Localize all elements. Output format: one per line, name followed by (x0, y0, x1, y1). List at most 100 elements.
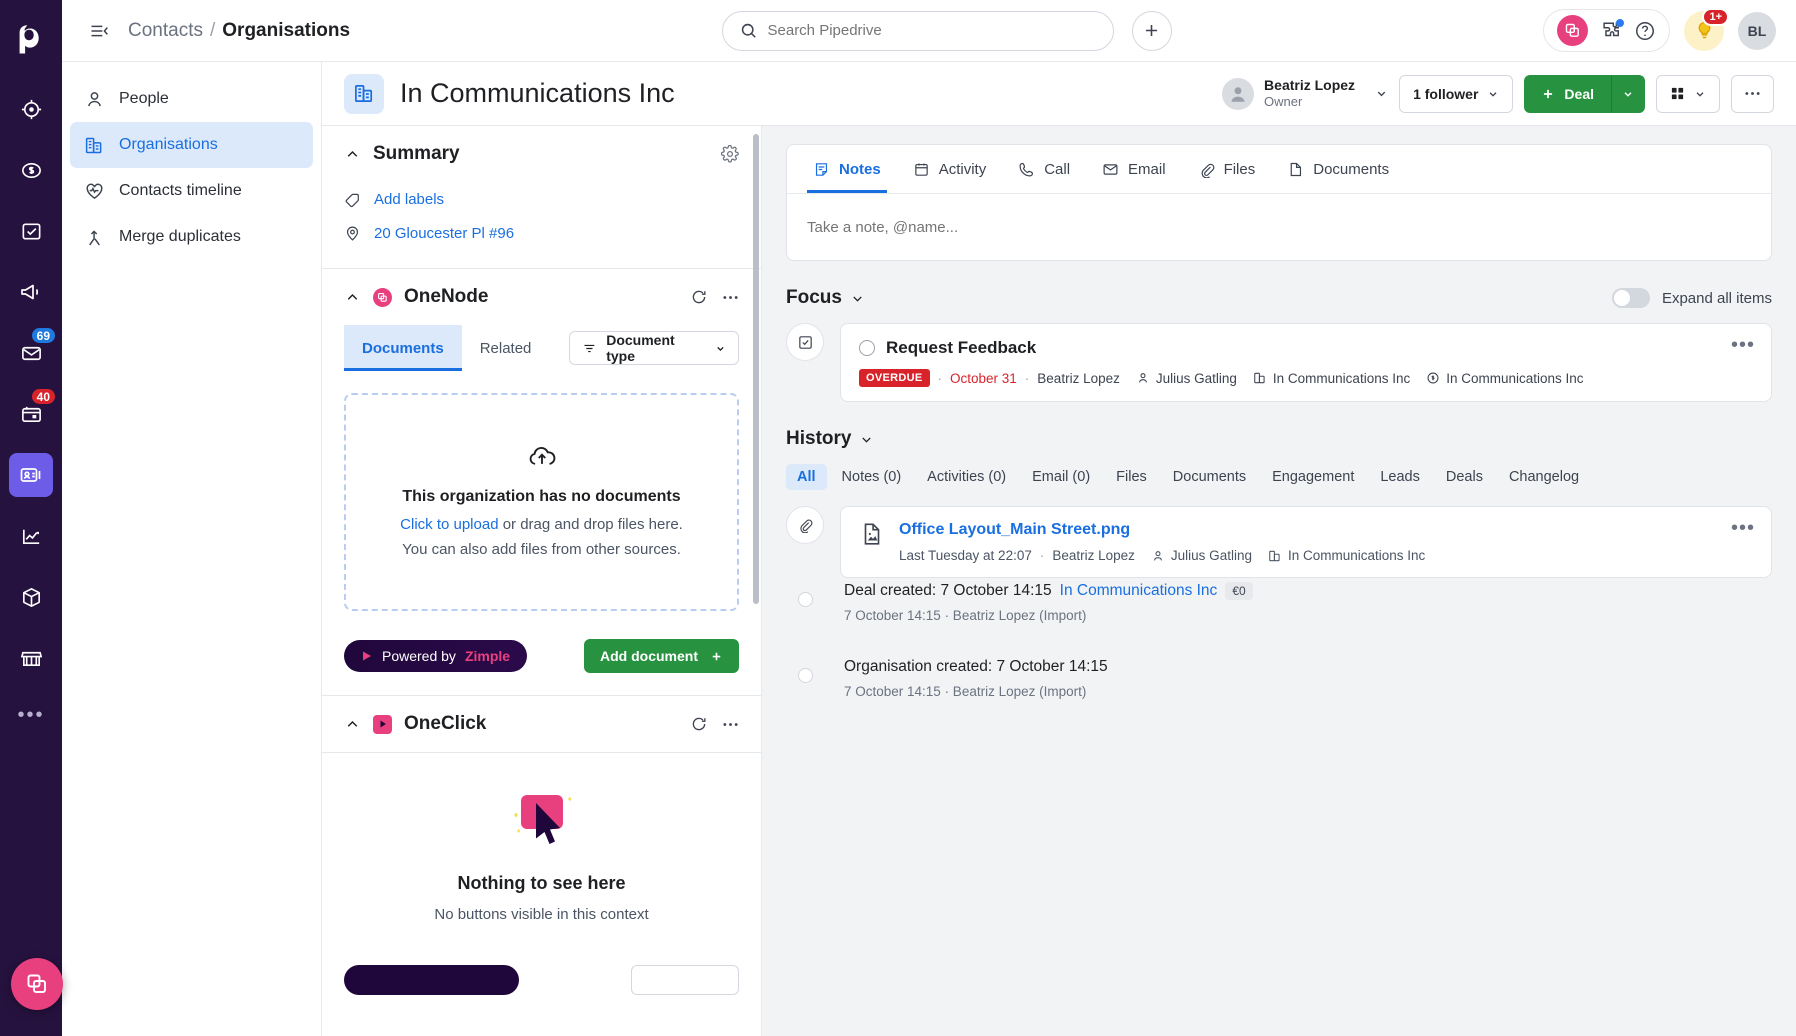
ellipsis-icon[interactable] (722, 295, 739, 300)
rail-more-icon[interactable]: ••• (17, 704, 44, 727)
powered-by-zimple-badge[interactable]: Powered by Zimple (344, 640, 528, 672)
layout-view-button[interactable] (1656, 74, 1720, 113)
chevron-up-icon[interactable] (344, 289, 361, 306)
zimple-icon[interactable] (1557, 15, 1588, 46)
add-deal-dropdown[interactable] (1611, 74, 1645, 113)
tab-documents[interactable]: Documents (1271, 145, 1405, 193)
note-input-row (787, 194, 1771, 260)
ellipsis-icon[interactable] (722, 722, 739, 727)
rail-item-contacts[interactable] (9, 453, 53, 497)
oneclick-powered-badge[interactable] (344, 965, 519, 995)
add-deal-button[interactable]: Deal (1524, 74, 1611, 113)
sidebar-item-merge-duplicates[interactable]: Merge duplicates (70, 214, 313, 260)
zimple-fab-button[interactable] (11, 958, 63, 1010)
tab-related[interactable]: Related (462, 325, 550, 371)
click-to-upload-link[interactable]: Click to upload (400, 516, 498, 533)
collapse-sidebar-icon[interactable] (82, 14, 116, 48)
history-tab-activities[interactable]: Activities (0) (916, 464, 1017, 490)
help-icon[interactable] (1634, 20, 1656, 42)
search-box[interactable] (721, 10, 1114, 51)
expand-all-toggle[interactable] (1611, 288, 1650, 308)
puzzle-icon[interactable] (1600, 18, 1624, 42)
document-dropzone[interactable]: This organization has no documents Click… (344, 393, 739, 611)
activity-person[interactable]: Julius Gatling (1136, 371, 1237, 386)
activity-deal[interactable]: In Communications Inc (1426, 371, 1584, 386)
user-avatar[interactable]: BL (1738, 11, 1776, 50)
owner-selector[interactable]: Beatriz Lopez Owner (1222, 77, 1388, 110)
expand-all-control: Expand all items (1611, 288, 1772, 308)
rail-item-deals[interactable] (9, 148, 53, 192)
rail-item-activities[interactable] (9, 209, 53, 253)
event-deal-created: Deal created: 7 October 14:15 In Communi… (840, 578, 1772, 623)
breadcrumb-organisations[interactable]: Organisations (222, 20, 350, 42)
rail-item-campaigns[interactable] (9, 270, 53, 314)
history-tab-documents[interactable]: Documents (1162, 464, 1257, 490)
history-tab-email[interactable]: Email (0) (1021, 464, 1101, 490)
rail-item-leads[interactable] (9, 87, 53, 131)
oneclick-secondary-button[interactable] (631, 965, 739, 995)
more-options-button[interactable] (1731, 74, 1774, 113)
sidebar-label-people: People (119, 90, 169, 107)
summary-row-labels[interactable]: Add labels (344, 182, 739, 216)
activity-menu-button[interactable]: ••• (1721, 335, 1755, 355)
rail-item-insights[interactable] (9, 514, 53, 558)
document-type-filter[interactable]: Document type (569, 331, 739, 365)
history-tab-all[interactable]: All (786, 464, 827, 490)
sidebar-item-people[interactable]: People (70, 76, 313, 122)
address-link[interactable]: 20 Gloucester Pl #96 (374, 225, 514, 242)
tab-documents[interactable]: Documents (344, 325, 462, 371)
rail-item-mail[interactable]: 69 (9, 326, 57, 375)
activity-organisation[interactable]: In Communications Inc (1253, 371, 1410, 386)
activity-card[interactable]: Request Feedback OVERDUE · October 31 · … (840, 323, 1772, 402)
refresh-icon[interactable] (690, 288, 708, 306)
add-document-button[interactable]: Add document (584, 639, 739, 673)
sidebar-item-contacts-timeline[interactable]: Contacts timeline (70, 168, 313, 214)
history-tab-deals[interactable]: Deals (1435, 464, 1494, 490)
note-input[interactable] (807, 218, 1751, 236)
gear-icon[interactable] (721, 145, 739, 163)
tab-call[interactable]: Call (1002, 145, 1086, 193)
tab-notes[interactable]: Notes (797, 145, 897, 193)
focus-title-toggle[interactable]: Focus (786, 287, 865, 309)
breadcrumb-contacts[interactable]: Contacts (128, 20, 203, 42)
tab-email[interactable]: Email (1086, 145, 1182, 193)
file-card[interactable]: Office Layout_Main Street.png Last Tuesd… (840, 506, 1772, 578)
history-tab-files[interactable]: Files (1105, 464, 1158, 490)
add-labels-link[interactable]: Add labels (374, 191, 444, 208)
history-tab-notes[interactable]: Notes (0) (831, 464, 913, 490)
chevron-up-icon[interactable] (344, 716, 361, 733)
activity-done-checkbox[interactable] (859, 340, 875, 356)
refresh-icon[interactable] (690, 715, 708, 733)
calendar-icon (914, 162, 928, 176)
tab-activity[interactable]: Activity (897, 145, 1003, 193)
file-menu-button[interactable]: ••• (1721, 518, 1755, 538)
rail-item-marketplace[interactable] (9, 636, 53, 680)
document-type-label: Document type (606, 332, 675, 364)
file-person[interactable]: Julius Gatling (1151, 548, 1252, 563)
history-title-toggle[interactable]: History (786, 428, 874, 450)
history-tab-changelog[interactable]: Changelog (1498, 464, 1590, 490)
tab-files[interactable]: Files (1182, 145, 1272, 193)
onenode-title: OneNode (404, 286, 489, 307)
rail-item-calendar[interactable]: 40 (9, 387, 57, 436)
quick-add-button[interactable] (1131, 10, 1172, 51)
activity-organisation-label: In Communications Inc (1272, 370, 1411, 386)
whats-new-button[interactable]: 1+ (1684, 7, 1729, 51)
sidebar-item-organisations[interactable]: Organisations (70, 122, 313, 168)
search-input[interactable] (767, 22, 1097, 39)
chevron-up-icon[interactable] (344, 146, 361, 163)
chevron-down-icon (1696, 91, 1704, 97)
pipedrive-logo[interactable] (0, 8, 62, 70)
history-tab-leads[interactable]: Leads (1369, 464, 1431, 490)
dropzone-line2: You can also add files from other source… (402, 541, 681, 558)
file-name-link[interactable]: Office Layout_Main Street.png (899, 521, 1707, 539)
chevron-down-icon (853, 295, 862, 302)
followers-button[interactable]: 1 follower (1399, 74, 1514, 113)
summary-row-address[interactable]: 20 Gloucester Pl #96 (344, 216, 739, 250)
event-org-link[interactable]: In Communications Inc (1060, 582, 1218, 600)
file-organisation[interactable]: In Communications Inc (1268, 548, 1425, 563)
rail-item-products[interactable] (9, 575, 53, 619)
sidebar-scrollbar[interactable] (753, 134, 759, 604)
history-tab-engagement[interactable]: Engagement (1261, 464, 1365, 490)
paperclip-icon (1201, 163, 1214, 178)
